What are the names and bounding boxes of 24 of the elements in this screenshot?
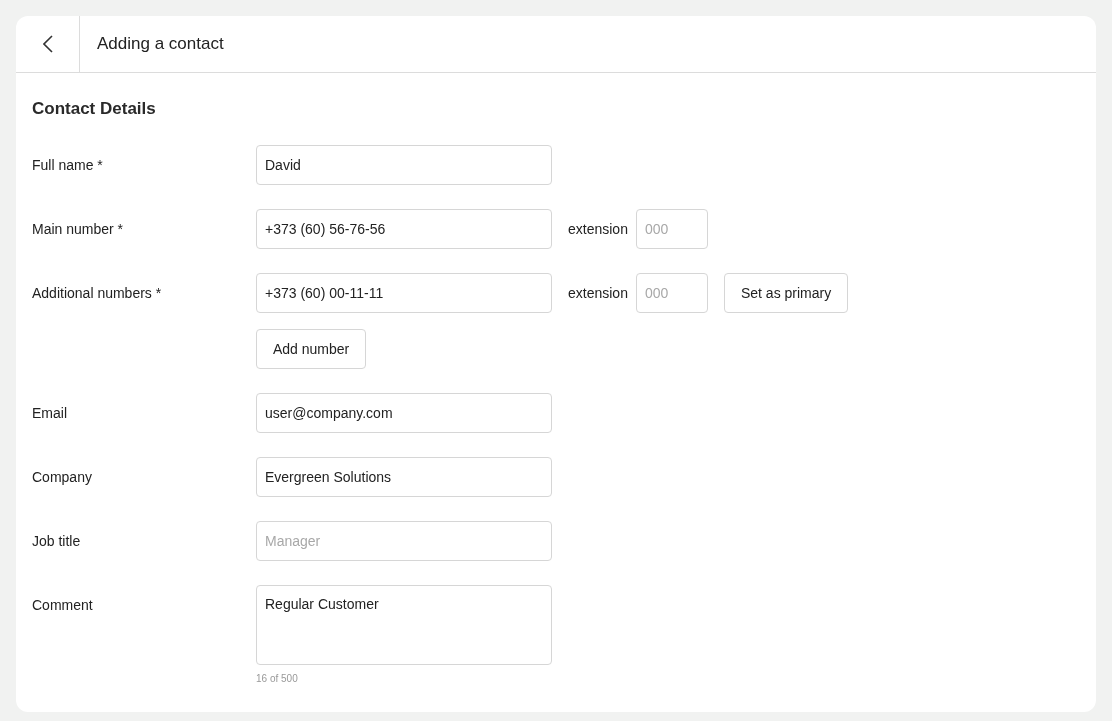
- field-label: Comment: [32, 596, 93, 615]
- phone-field[interactable]: +373 (60) 00-11-11: [256, 273, 552, 313]
- text-field[interactable]: user@company.com: [256, 393, 552, 433]
- phone-field[interactable]: +373 (60) 56-76-56: [256, 209, 552, 249]
- set-primary-button[interactable]: Set as primary: [723, 273, 849, 313]
- page-title: Adding a contact: [97, 34, 224, 54]
- add-number-button[interactable]: Add number: [256, 329, 367, 369]
- extension-field[interactable]: 000: [635, 209, 708, 249]
- back-chevron-icon: [42, 35, 53, 53]
- field-label: Company: [32, 468, 92, 487]
- extension-label: extension: [568, 285, 628, 301]
- text-field[interactable]: David: [256, 145, 552, 185]
- field-label: Additional numbers *: [32, 284, 162, 303]
- character-counter: 16 of 500: [256, 673, 298, 684]
- section-title: Contact Details: [32, 98, 157, 120]
- field-label: Email: [32, 404, 67, 423]
- text-field[interactable]: Manager: [256, 521, 552, 561]
- extension-field[interactable]: 000: [635, 273, 708, 313]
- comment-field[interactable]: Regular Customer: [256, 585, 552, 665]
- extension-label: extension: [568, 221, 628, 237]
- field-label: Job title: [32, 532, 81, 551]
- text-field[interactable]: Evergreen Solutions: [256, 457, 552, 497]
- field-label: Full name *: [32, 156, 103, 175]
- field-label: Main number *: [32, 220, 124, 239]
